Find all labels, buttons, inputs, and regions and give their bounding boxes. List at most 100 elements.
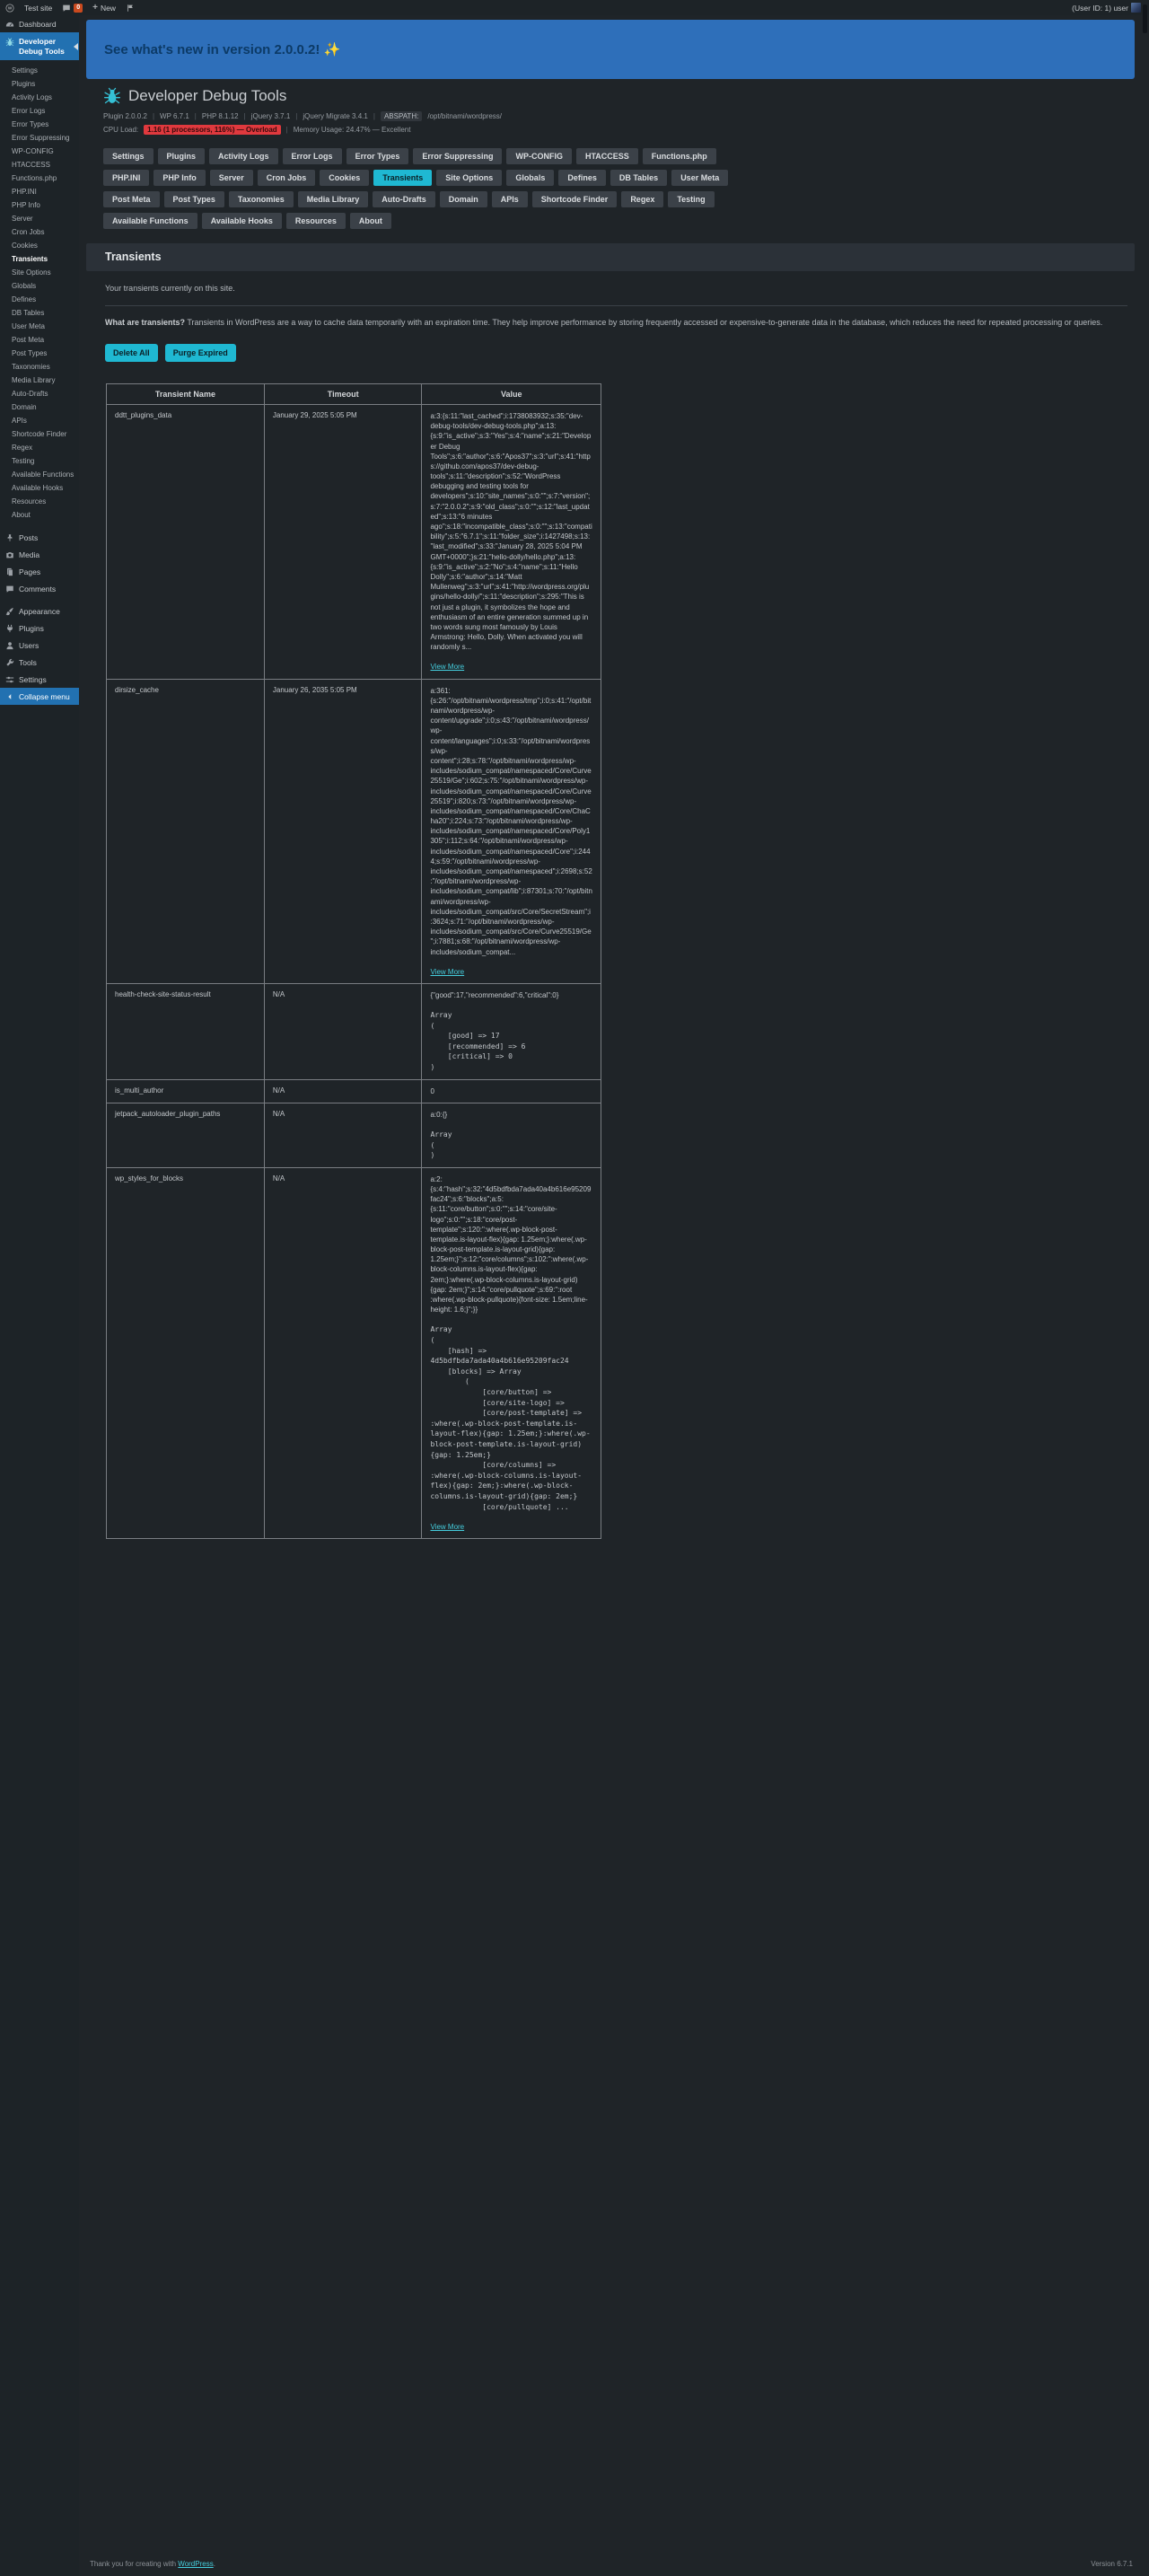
flag-icon (126, 4, 135, 13)
sidebar-subitem-shortcode-finder[interactable]: Shortcode Finder (0, 427, 79, 441)
tab-post-types[interactable]: Post Types (163, 191, 224, 207)
sidebar-subitem-resources[interactable]: Resources (0, 495, 79, 508)
sidebar-item-pages[interactable]: Pages (0, 563, 79, 580)
sidebar-subitem-php-info[interactable]: PHP Info (0, 198, 79, 212)
my-account-menu[interactable]: (User ID: 1) user (1072, 3, 1141, 13)
tab-activity-logs[interactable]: Activity Logs (209, 148, 278, 164)
tab-transients[interactable]: Transients (373, 170, 433, 186)
sidebar-subitem-media-library[interactable]: Media Library (0, 374, 79, 387)
sidebar-subitem-available-functions[interactable]: Available Functions (0, 468, 79, 481)
sidebar-subitem-available-hooks[interactable]: Available Hooks (0, 481, 79, 495)
tab-media-library[interactable]: Media Library (297, 191, 369, 207)
sidebar-item-label: Developer Debug Tools (19, 37, 65, 56)
sidebar-subitem-php-ini[interactable]: PHP.INI (0, 185, 79, 198)
tab-domain[interactable]: Domain (439, 191, 487, 207)
debug-tools-adminbar-menu[interactable] (126, 4, 135, 13)
sidebar-item-posts[interactable]: Posts (0, 529, 79, 546)
sidebar-subitem-taxonomies[interactable]: Taxonomies (0, 360, 79, 374)
new-content-menu[interactable]: + New (92, 3, 116, 13)
purge-expired-button[interactable]: Purge Expired (164, 343, 236, 362)
tab-about[interactable]: About (349, 213, 391, 229)
tab-globals[interactable]: Globals (506, 170, 555, 186)
tab-error-suppressing[interactable]: Error Suppressing (413, 148, 503, 164)
tab-functions-php[interactable]: Functions.php (642, 148, 716, 164)
sidebar-subitem-about[interactable]: About (0, 508, 79, 522)
tab-shortcode-finder[interactable]: Shortcode Finder (531, 191, 618, 207)
view-more-link[interactable]: View More (430, 662, 464, 672)
wordpress-link[interactable]: WordPress (178, 2560, 213, 2568)
sidebar-subitem-error-logs[interactable]: Error Logs (0, 104, 79, 118)
tab-site-options[interactable]: Site Options (436, 170, 503, 186)
sidebar-subitem-globals[interactable]: Globals (0, 279, 79, 293)
tab-error-types[interactable]: Error Types (346, 148, 409, 164)
tab-cron-jobs[interactable]: Cron Jobs (257, 170, 316, 186)
tab-server[interactable]: Server (209, 170, 253, 186)
sidebar-item-users[interactable]: Users (0, 637, 79, 654)
sidebar-item-plugins[interactable]: Plugins (0, 620, 79, 637)
tab-post-meta[interactable]: Post Meta (103, 191, 160, 207)
sidebar-subitem-defines[interactable]: Defines (0, 293, 79, 306)
sidebar-item-comments[interactable]: Comments (0, 580, 79, 597)
sidebar-subitem-cron-jobs[interactable]: Cron Jobs (0, 225, 79, 239)
sidebar-subitem-error-types[interactable]: Error Types (0, 118, 79, 131)
sidebar-item-tools[interactable]: Tools (0, 654, 79, 671)
sidebar-item-appearance[interactable]: Appearance (0, 602, 79, 620)
collapse-menu-button[interactable]: Collapse menu (0, 688, 79, 706)
sidebar-subitem-post-meta[interactable]: Post Meta (0, 333, 79, 347)
sidebar-subitem-testing[interactable]: Testing (0, 454, 79, 468)
sidebar-item-settings[interactable]: Settings (0, 671, 79, 688)
sidebar-subitem-error-suppressing[interactable]: Error Suppressing (0, 131, 79, 145)
description-body: Transients in WordPress are a way to cac… (185, 318, 1103, 327)
sidebar-subitem-site-options[interactable]: Site Options (0, 266, 79, 279)
sidebar-subitem-db-tables[interactable]: DB Tables (0, 306, 79, 320)
sidebar-subitem-functions-php[interactable]: Functions.php (0, 171, 79, 185)
sidebar-subitem-user-meta[interactable]: User Meta (0, 320, 79, 333)
sidebar-item-media[interactable]: Media (0, 546, 79, 563)
sidebar-subitem-regex[interactable]: Regex (0, 441, 79, 454)
wp-logo-menu[interactable] (5, 4, 14, 13)
tab-defines[interactable]: Defines (558, 170, 606, 186)
tab-plugins[interactable]: Plugins (157, 148, 206, 164)
tab-available-hooks[interactable]: Available Hooks (201, 213, 282, 229)
tab-error-logs[interactable]: Error Logs (282, 148, 342, 164)
tab-user-meta[interactable]: User Meta (671, 170, 729, 186)
tab-php-ini[interactable]: PHP.INI (103, 170, 150, 186)
tab-resources[interactable]: Resources (285, 213, 346, 229)
sidebar-subitem-post-types[interactable]: Post Types (0, 347, 79, 360)
comments-menu[interactable]: 0 (62, 3, 83, 13)
tab-cookies[interactable]: Cookies (320, 170, 370, 186)
sidebar-item-dashboard[interactable]: Dashboard (0, 15, 79, 32)
tab-htaccess[interactable]: HTACCESS (575, 148, 638, 164)
plug-icon (5, 624, 14, 633)
sidebar-subitem-transients[interactable]: Transients (0, 252, 79, 266)
sidebar-item-developer-debug-tools[interactable]: Developer Debug Tools (0, 32, 79, 61)
tab-wp-config[interactable]: WP-CONFIG (506, 148, 572, 164)
sidebar-subitem-auto-drafts[interactable]: Auto-Drafts (0, 387, 79, 400)
view-more-link[interactable]: View More (430, 967, 464, 977)
tab-auto-drafts[interactable]: Auto-Drafts (373, 191, 435, 207)
sidebar-subitem-wp-config[interactable]: WP-CONFIG (0, 145, 79, 158)
tab-settings[interactable]: Settings (103, 148, 153, 164)
sidebar-subitem-domain[interactable]: Domain (0, 400, 79, 414)
tab-php-info[interactable]: PHP Info (153, 170, 206, 186)
whats-new-banner[interactable]: See what's new in version 2.0.0.2! ✨ (86, 20, 1135, 79)
tab-available-functions[interactable]: Available Functions (103, 213, 197, 229)
sidebar-item-label: Tools (19, 657, 37, 667)
tab-testing[interactable]: Testing (668, 191, 715, 207)
tab-taxonomies[interactable]: Taxonomies (228, 191, 294, 207)
sidebar-subitem-server[interactable]: Server (0, 212, 79, 225)
scrollbar-thumb[interactable] (1143, 4, 1147, 33)
tab-apis[interactable]: APIs (491, 191, 528, 207)
sidebar-subitem-cookies[interactable]: Cookies (0, 239, 79, 252)
view-more-link[interactable]: View More (430, 1522, 464, 1532)
sidebar-subitem-apis[interactable]: APIs (0, 414, 79, 427)
tab-regex[interactable]: Regex (621, 191, 664, 207)
sidebar-subitem-htaccess[interactable]: HTACCESS (0, 158, 79, 171)
tab-db-tables[interactable]: DB Tables (610, 170, 668, 186)
sidebar-subitem-plugins[interactable]: Plugins (0, 77, 79, 91)
site-name-menu[interactable]: Test site (24, 4, 52, 13)
value-cell: a:361:{s:26:"/opt/bitnami/wordpress/tmp"… (421, 678, 601, 984)
sidebar-subitem-settings[interactable]: Settings (0, 64, 79, 77)
delete-all-button[interactable]: Delete All (105, 343, 158, 362)
sidebar-subitem-activity-logs[interactable]: Activity Logs (0, 91, 79, 104)
